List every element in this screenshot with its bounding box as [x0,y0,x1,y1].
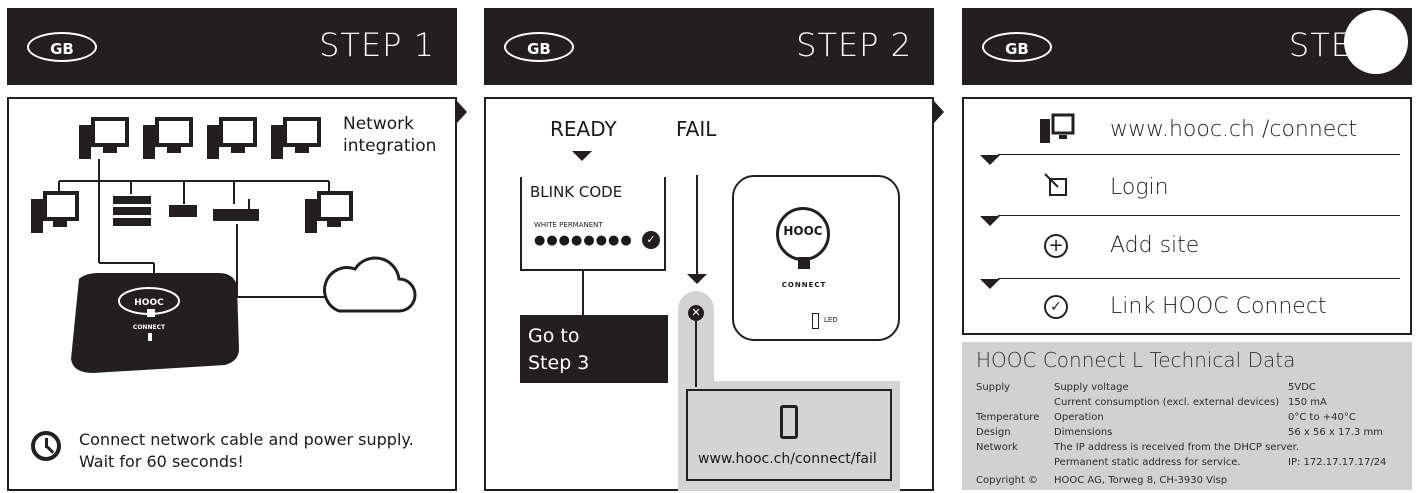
tech-title: HOOC Connect L Technical Data [976,348,1296,372]
language-badge: GB [982,32,1052,62]
divider [998,154,1400,155]
fail-line [696,175,698,275]
instruction-text: Connect network cable and power supply. … [79,430,414,471]
computer-icon [79,117,129,159]
row-arrow-icon [980,279,1000,289]
ready-arrow-icon [572,151,592,161]
step-title: STEP 1 [319,26,435,64]
step2-header: GB STEP 2 [484,8,934,85]
fail-connector [695,321,697,387]
tech-table: Supply Supply voltage 5VDC Current consump… [976,382,1387,486]
server-icon [113,196,151,226]
hooc-logo: HOOC [776,207,830,261]
add-site-label[interactable]: Add site [1110,233,1199,258]
divider [998,215,1400,216]
step3-header: GB STE [962,8,1412,85]
computer-icon [271,117,321,159]
computer-icon [31,191,79,233]
link-hooc-label[interactable]: Link HOOC Connect [1110,294,1327,319]
hooc-connect-device [71,273,239,373]
cloud-icon [323,256,417,313]
smartphone-icon [780,405,798,439]
fail-label: FAIL [676,117,717,141]
switch-icon [169,205,197,217]
connector-line [582,271,584,315]
computer-icon [305,191,353,233]
language-badge: GB [27,32,97,62]
blink-dots: ●●●●●●●● [534,233,633,248]
next-arrow [457,101,467,123]
ready-label: READY [550,117,617,141]
step2-panel: READY FAIL BLINK CODE WHITE PERMANENT ●●… [484,97,934,491]
language-badge: GB [504,32,574,62]
clock-icon [31,431,61,461]
login-icon [1044,173,1068,201]
device-brand: HOOC [134,298,164,308]
blink-code-box: BLINK CODE WHITE PERMANENT ●●●●●●●● ✓ [520,177,666,271]
step1-panel: HOOC CONNECT Network integration Connect… [7,97,457,491]
step3-panel: www.hooc.ch /connect Login + Add site ✓ … [962,97,1412,335]
next-arrow [934,101,944,123]
row-arrow-icon [980,155,1000,165]
divider [998,278,1400,279]
tech-data-panel: HOOC Connect L Technical Data Supply Supp… [962,342,1412,490]
step-title: STEP 2 [796,26,912,64]
fail-url-box[interactable]: www.hooc.ch/connect/fail [686,389,892,481]
fail-url[interactable]: www.hooc.ch/connect/fail [698,451,877,467]
url-link[interactable]: www.hooc.ch /connect [1110,117,1357,142]
check-circle-icon: ✓ [1044,295,1068,319]
fail-arrow-icon [687,274,707,284]
computer-icon [1040,113,1076,149]
plus-circle-icon: + [1044,234,1068,258]
device-sub: CONNECT [133,324,166,331]
network-label: Network integration [343,114,437,156]
row-arrow-icon [980,216,1000,226]
router-icon [213,199,259,221]
step-title: STE [1288,26,1352,64]
house-icon [798,257,810,269]
computer-icon [143,117,193,159]
step1-header: GB STEP 1 [7,8,457,85]
white-circle-overlay [1344,10,1408,74]
led-indicator [812,313,819,329]
login-label[interactable]: Login [1110,175,1169,200]
fail-x-icon: ✕ [688,305,704,321]
computer-icon [207,117,257,159]
goto-step3-box[interactable]: Go to Step 3 [520,315,668,383]
check-circle-icon: ✓ [642,231,660,249]
device-card: HOOC CONNECT LED [732,175,900,341]
